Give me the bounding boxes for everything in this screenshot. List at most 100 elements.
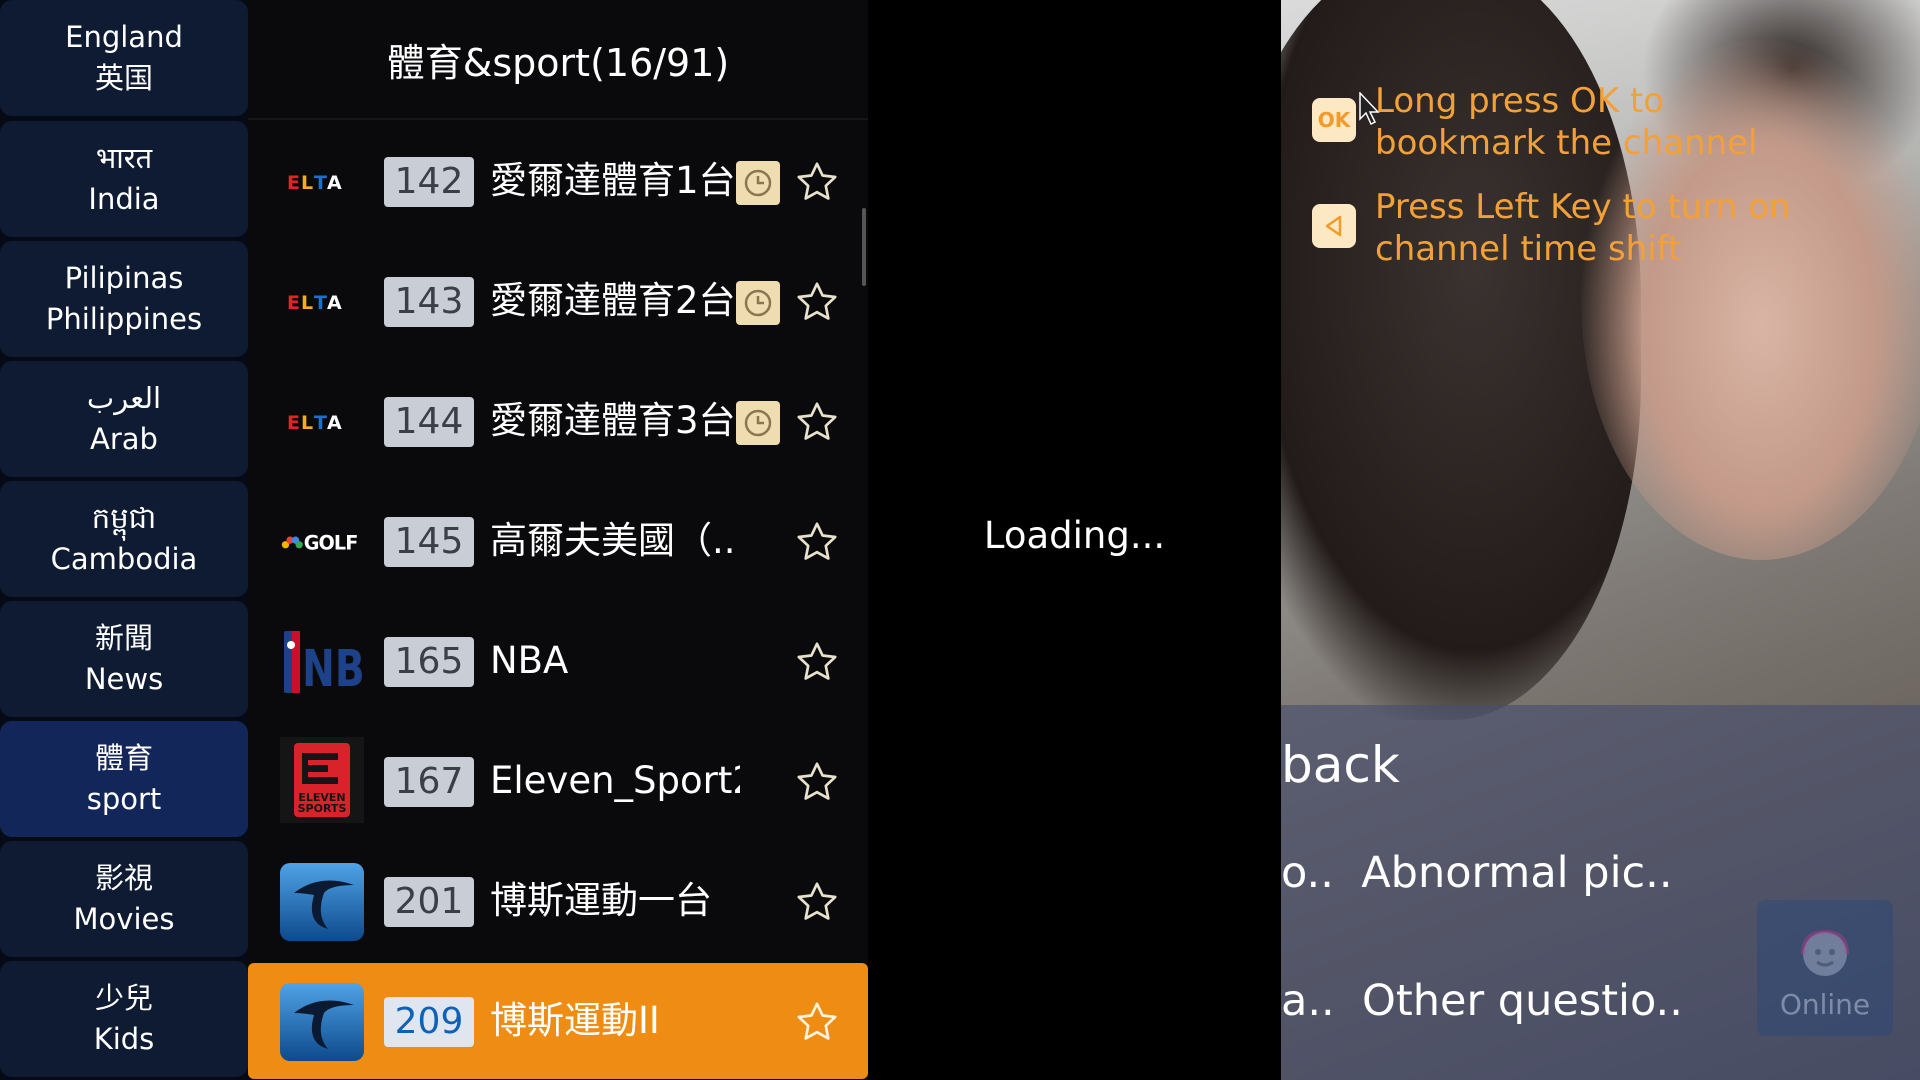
category-native-label: भारत xyxy=(95,141,153,175)
category-philippines[interactable]: Pilipinas Philippines xyxy=(0,241,248,357)
favorite-star-icon[interactable] xyxy=(792,877,842,927)
channel-number: 145 xyxy=(384,517,474,567)
feedback-title: back xyxy=(1281,736,1400,794)
category-english-label: sport xyxy=(86,782,162,816)
svg-text:GOLF: GOLF xyxy=(304,531,358,554)
channel-row-selected[interactable]: 209 博斯運動II xyxy=(248,963,868,1079)
svg-text:T: T xyxy=(314,412,327,433)
channel-list-panel: 體育&sport(16/91) E L T A 142 愛爾達體育1台 E L … xyxy=(248,0,868,1080)
category-native-label: 新聞 xyxy=(94,621,153,655)
eleven-sports-logo-icon: ELEVEN SPORTS xyxy=(280,737,364,823)
channel-number: 165 xyxy=(384,637,474,687)
svg-text:A: A xyxy=(327,292,342,313)
category-cambodia[interactable]: កម្ពុជា Cambodia xyxy=(0,481,248,597)
channel-row[interactable]: E L T A 142 愛爾達體育1台 xyxy=(248,125,868,237)
category-english-label: Philippines xyxy=(45,302,203,336)
category-movies[interactable]: 影視 Movies xyxy=(0,841,248,957)
feedback-option-label: Other questio.. xyxy=(1362,976,1683,1026)
svg-text:A: A xyxy=(327,412,342,433)
favorite-star-icon[interactable] xyxy=(792,397,842,447)
mouse-cursor-icon xyxy=(1359,92,1380,126)
category-arab[interactable]: العرب Arab xyxy=(0,361,248,477)
channel-row[interactable]: 201 博斯運動一台 xyxy=(248,845,868,957)
svg-text:NBA: NBA xyxy=(302,639,364,695)
category-native-label: England xyxy=(65,20,183,54)
online-support-button[interactable]: Online xyxy=(1757,900,1893,1036)
left-arrow-icon xyxy=(1312,204,1356,248)
channel-row[interactable]: ELEVEN SPORTS 167 Eleven_Sport2 xyxy=(248,725,868,837)
feedback-option-prefix: o.. xyxy=(1281,848,1334,898)
category-kids[interactable]: 少兒 Kids xyxy=(0,961,248,1077)
timeshift-clock-icon[interactable] xyxy=(736,401,780,445)
channel-number: 201 xyxy=(384,877,474,927)
svg-text:L: L xyxy=(301,172,313,193)
timeshift-clock-icon[interactable] xyxy=(736,161,780,205)
ok-key-icon: OK xyxy=(1312,98,1356,142)
category-english-label: India xyxy=(88,182,160,216)
sports-t-logo-icon xyxy=(280,983,364,1061)
category-native-label: Pilipinas xyxy=(64,261,184,295)
favorite-star-icon[interactable] xyxy=(792,157,842,207)
channel-number: 167 xyxy=(384,757,474,807)
ok-key-label: OK xyxy=(1317,108,1351,132)
channel-row[interactable]: E L T A 144 愛爾達體育3台 xyxy=(248,365,868,477)
timeshift-clock-icon[interactable] xyxy=(736,281,780,325)
category-english-label: Cambodia xyxy=(50,542,198,576)
loading-status: Loading... xyxy=(983,514,1166,557)
channel-list-title: 體育&sport(16/91) xyxy=(248,0,868,120)
bookmark-hint: Long press OK to bookmark the channel xyxy=(1375,81,1758,163)
support-agent-icon xyxy=(1801,929,1849,976)
category-india[interactable]: भारत India xyxy=(0,121,248,237)
category-native-label: 體育 xyxy=(94,741,153,775)
category-sidebar: England 英国 भारत India Pilipinas Philippi… xyxy=(0,0,248,1080)
feedback-option-other[interactable]: a.. Other questio.. xyxy=(1281,976,1683,1026)
feedback-option-abnormal[interactable]: o.. Abnormal pic.. xyxy=(1281,848,1673,898)
favorite-star-icon[interactable] xyxy=(792,637,842,687)
svg-text:A: A xyxy=(327,172,342,193)
svg-text:E: E xyxy=(287,412,300,433)
nba-logo-icon: NBA xyxy=(280,623,364,701)
category-english-label: News xyxy=(84,662,164,696)
category-native-label: កម្ពុជា xyxy=(91,501,157,535)
category-news[interactable]: 新聞 News xyxy=(0,601,248,717)
category-english-label: 英国 xyxy=(94,61,153,95)
channel-name: 愛爾達體育2台 xyxy=(490,279,736,322)
category-native-label: 影視 xyxy=(94,861,153,895)
channel-number: 144 xyxy=(384,397,474,447)
channel-row[interactable]: GOLF 145 高爾夫美國（.. xyxy=(248,485,868,597)
svg-text:L: L xyxy=(301,292,313,313)
category-english-label: Kids xyxy=(93,1022,155,1056)
channel-number: 142 xyxy=(384,157,474,207)
favorite-star-icon[interactable] xyxy=(792,997,842,1047)
channel-number: 209 xyxy=(384,997,474,1047)
channel-row[interactable]: NBA 165 NBA xyxy=(248,605,868,717)
category-england[interactable]: England 英国 xyxy=(0,0,248,116)
sports-t-logo-icon xyxy=(280,863,364,941)
preview-video: OK Long press OK to bookmark the channel… xyxy=(1281,0,1920,1080)
favorite-star-icon[interactable] xyxy=(792,277,842,327)
channel-row[interactable]: E L T A 143 愛爾達體育2台 xyxy=(248,245,868,357)
svg-text:E: E xyxy=(287,292,300,313)
golf-channel-logo-icon: GOLF xyxy=(280,503,364,581)
svg-text:T: T xyxy=(314,172,327,193)
channel-name: Eleven_Sport2 xyxy=(490,759,740,802)
channel-name: 博斯運動II xyxy=(490,999,660,1042)
channel-name: 博斯運動一台 xyxy=(490,879,712,922)
video-player[interactable]: Loading... xyxy=(868,0,1281,1080)
category-sport[interactable]: 體育 sport xyxy=(0,721,248,837)
favorite-star-icon[interactable] xyxy=(792,757,842,807)
channel-name: 愛爾達體育1台 xyxy=(490,159,736,202)
favorite-star-icon[interactable] xyxy=(792,517,842,567)
svg-text:T: T xyxy=(314,292,327,313)
channel-list-scrollbar[interactable] xyxy=(862,208,866,286)
elta-logo-icon: E L T A xyxy=(280,263,364,341)
category-english-label: Arab xyxy=(90,422,158,456)
svg-text:SPORTS: SPORTS xyxy=(298,802,347,815)
svg-text:L: L xyxy=(301,412,313,433)
channel-number: 143 xyxy=(384,277,474,327)
elta-logo-icon: E L T A xyxy=(280,383,364,461)
channel-name: 高爾夫美國（.. xyxy=(490,519,736,562)
timeshift-hint: Press Left Key to turn on channel time s… xyxy=(1375,187,1791,269)
feedback-option-label: Abnormal pic.. xyxy=(1361,848,1673,898)
category-native-label: 少兒 xyxy=(94,981,153,1015)
